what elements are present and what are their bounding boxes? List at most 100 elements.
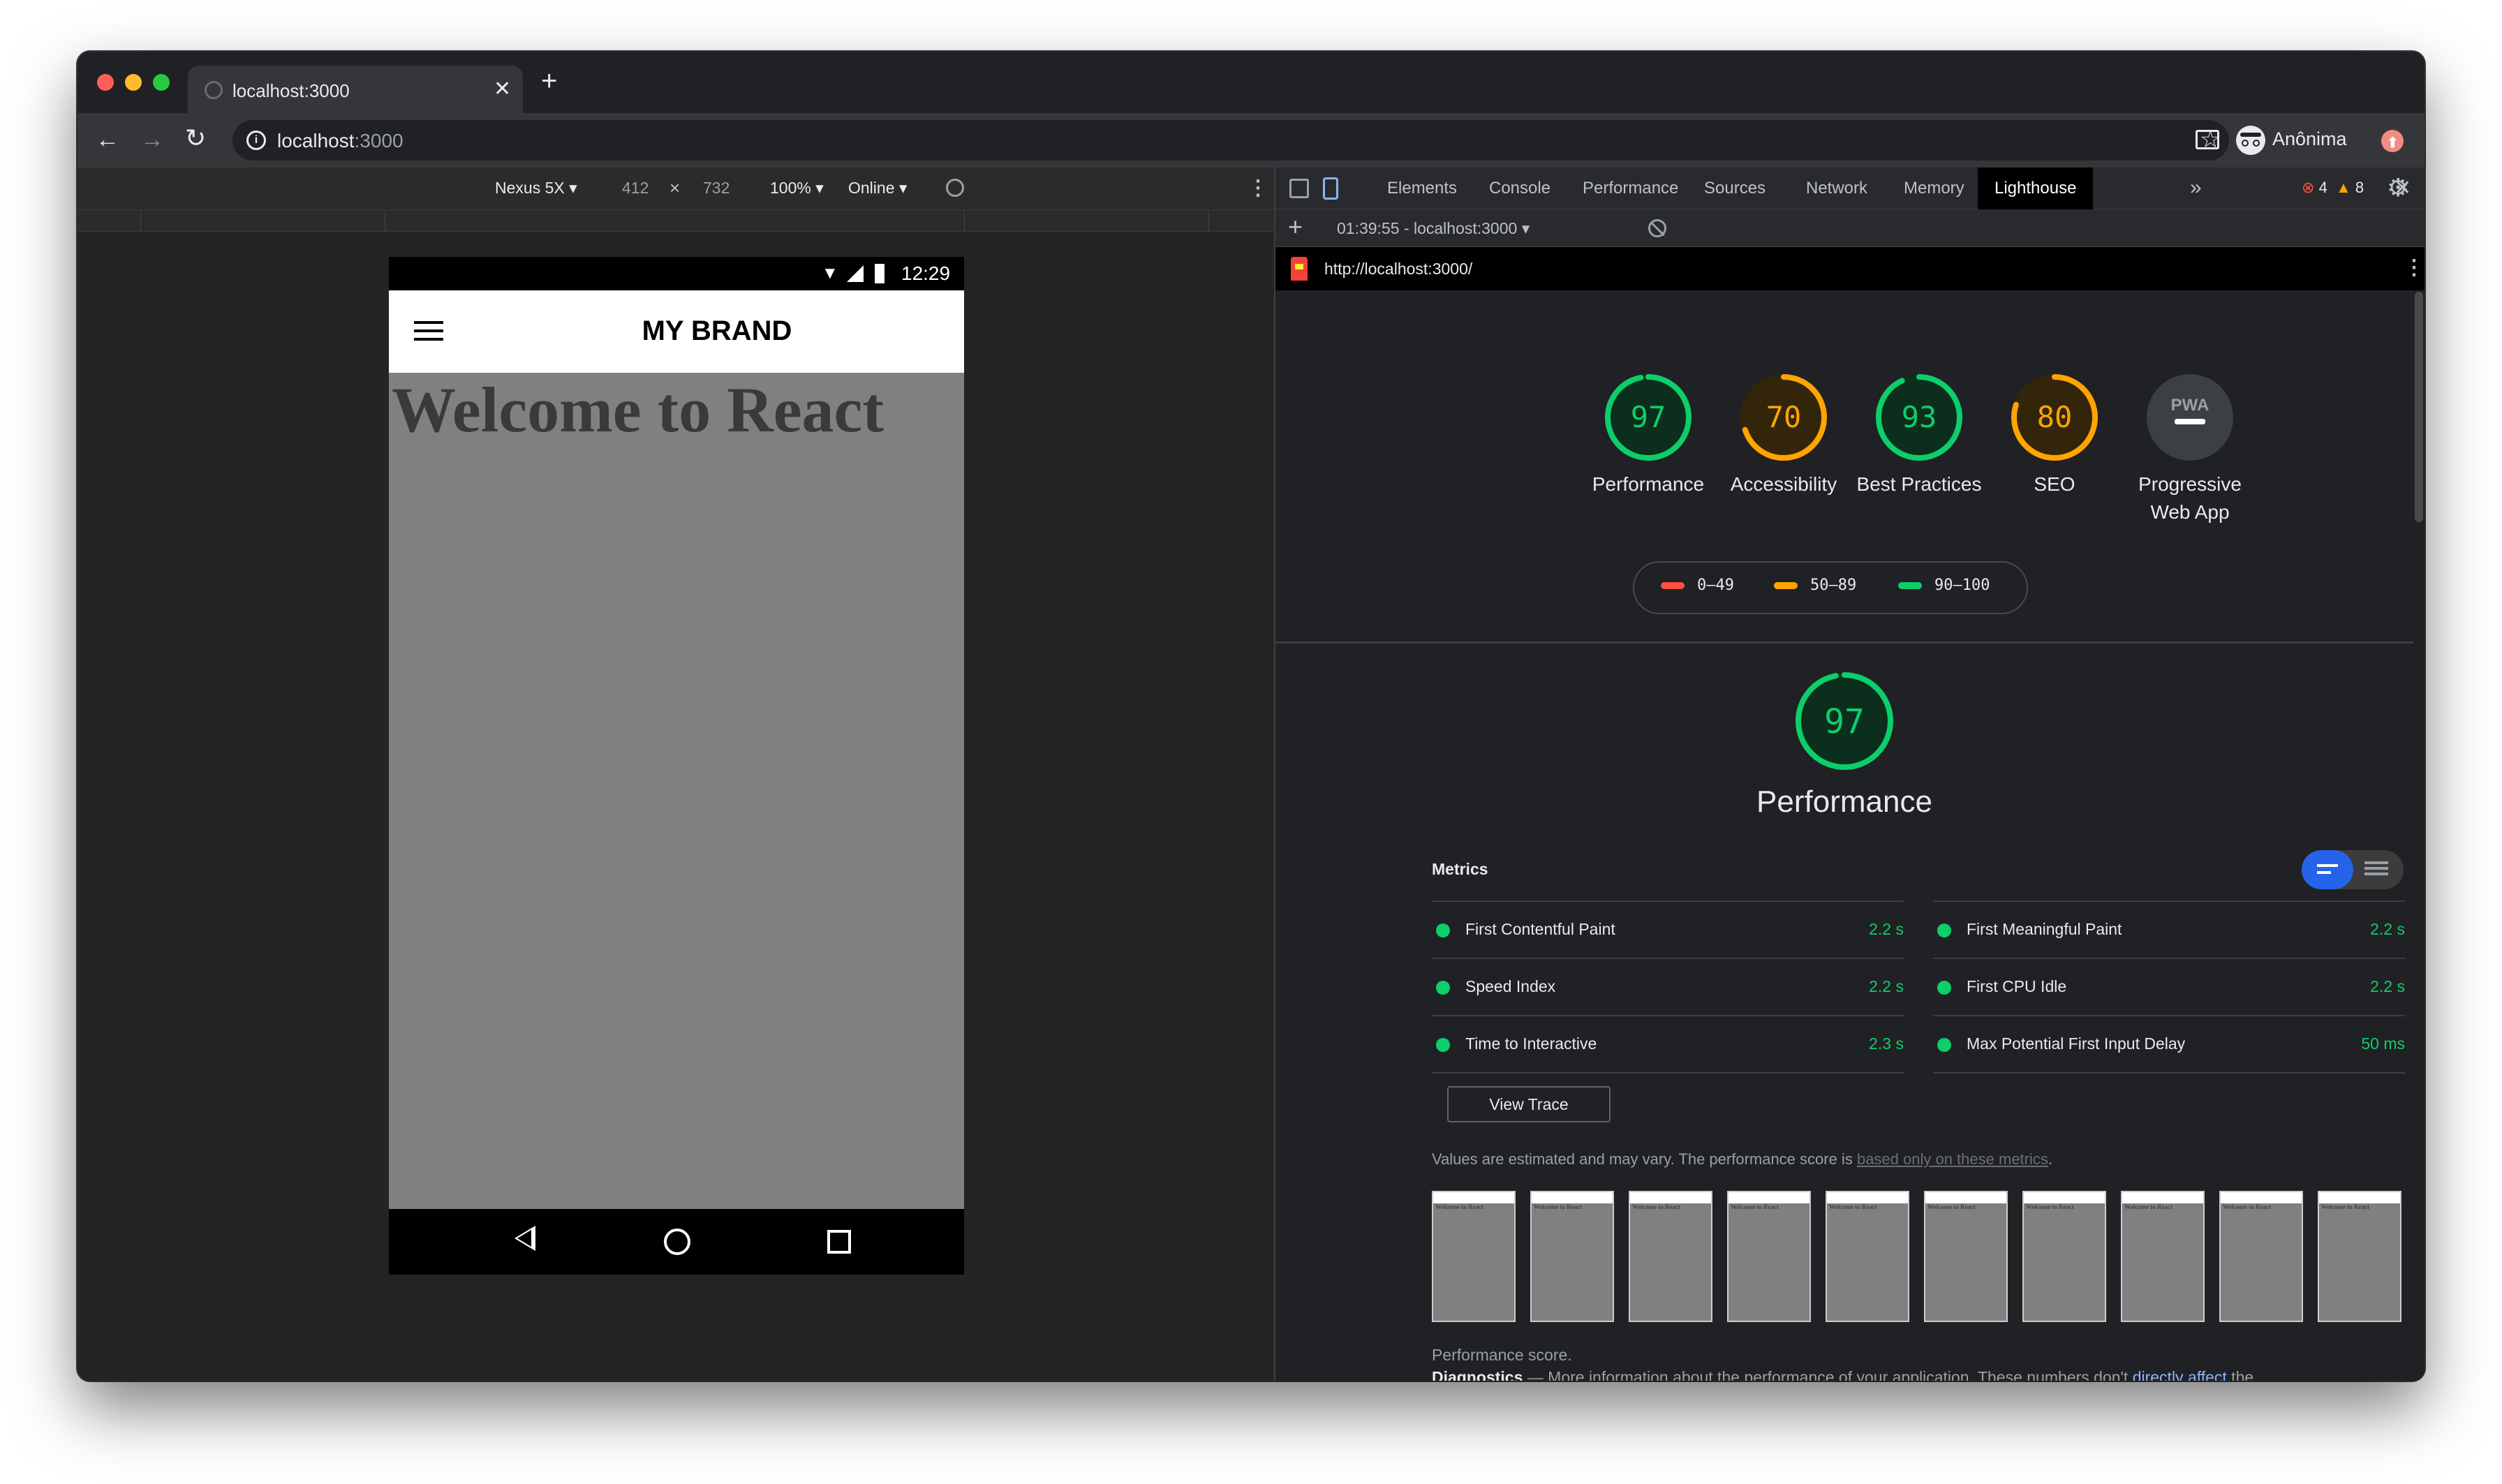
cast-icon[interactable]: [2196, 130, 2219, 149]
estimate-note: Values are estimated and may vary. The p…: [1432, 1150, 2053, 1168]
close-devtools-icon[interactable]: ✕: [2394, 176, 2411, 200]
update-alert-icon[interactable]: ⬆: [2381, 130, 2404, 152]
report-url[interactable]: http://localhost:3000/: [1324, 260, 1472, 279]
devtools-tab-elements[interactable]: Elements: [1387, 168, 1457, 209]
network-throttle-select[interactable]: Online ▾: [848, 179, 907, 198]
legend-swatch: [1898, 581, 1922, 589]
width-input[interactable]: 412: [622, 179, 649, 198]
issues-counter[interactable]: ⊗ 4 ▲ 8: [2302, 179, 2364, 197]
metrics-link[interactable]: based only on these metrics: [1857, 1150, 2048, 1168]
zoom-select[interactable]: 100% ▾: [770, 179, 824, 198]
phone-status-bar: ▼ 12:29: [389, 257, 964, 290]
metric-row: Speed Index 2.2 s: [1432, 958, 1904, 1015]
wifi-icon: ▼: [822, 264, 838, 283]
pass-dot-icon: [1937, 923, 1951, 937]
new-report-icon[interactable]: +: [1288, 212, 1303, 242]
rotate-icon[interactable]: [946, 179, 964, 197]
metric-row: First Contentful Paint 2.2 s: [1432, 900, 1904, 958]
dimension-separator: ×: [669, 177, 681, 198]
url-text: localhost:3000: [277, 130, 404, 151]
more-tabs-icon[interactable]: »: [2190, 176, 2202, 200]
gauge-score: 70: [1766, 400, 1802, 434]
incognito-avatar-icon[interactable]: [2236, 126, 2265, 155]
android-nav-bar: [389, 1209, 964, 1275]
lighthouse-report: 97 Performance 70 Accessibility 93 Best Pra…: [1275, 290, 2425, 1381]
metric-value: 2.2 s: [1869, 920, 1904, 938]
legend-swatch: [1661, 581, 1685, 589]
gauge-best-practices[interactable]: 93 Best Practices: [1856, 371, 1982, 498]
forward-arrow-icon[interactable]: →: [140, 126, 164, 154]
gauge-progressive-web-app[interactable]: PWA Progressive Web App: [2127, 371, 2253, 526]
legend-range: 0–49: [1697, 577, 1734, 594]
scrollbar-thumb[interactable]: [2415, 292, 2423, 522]
tab-strip: localhost:3000 ✕ +: [77, 52, 2425, 113]
lighthouse-toolbar: + 01:39:55 - localhost:3000 ▾: [1275, 209, 2425, 247]
metric-row: First Meaningful Paint 2.2 s: [1933, 900, 2405, 958]
devtools-tab-memory[interactable]: Memory: [1904, 168, 1964, 209]
warning-icon: ▲: [2335, 179, 2351, 196]
app-header: MY BRAND: [389, 290, 964, 373]
devtools-tab-sources[interactable]: Sources: [1704, 168, 1766, 209]
filmstrip-frame: Welcome to React: [1530, 1191, 1614, 1322]
pwa-badge-icon: PWA: [2147, 374, 2233, 461]
diagnostics-line2: Performance score.: [1432, 1346, 1572, 1364]
expanded-view-button[interactable]: [2364, 861, 2388, 864]
info-icon[interactable]: i: [246, 131, 266, 150]
address-bar[interactable]: i localhost:3000 ☆: [232, 120, 2229, 161]
reload-icon[interactable]: ↻: [185, 124, 206, 152]
filmstrip-frame: Welcome to React: [2022, 1191, 2106, 1322]
compact-view-button[interactable]: [2302, 850, 2353, 889]
device-toggle-icon[interactable]: [1323, 177, 1338, 200]
report-menu-icon[interactable]: ⋮: [2404, 255, 2425, 280]
metrics-divider: [1933, 1072, 2405, 1074]
metric-name: Time to Interactive: [1465, 1034, 1597, 1053]
filmstrip-frame: Welcome to React: [1629, 1191, 1712, 1322]
maximize-window-button[interactable]: [153, 74, 170, 91]
devtools-tab-console[interactable]: Console: [1489, 168, 1550, 209]
filmstrip-frame: Welcome to React: [1826, 1191, 1909, 1322]
new-tab-button[interactable]: +: [541, 66, 557, 97]
metric-row: First CPU Idle 2.2 s: [1933, 958, 2405, 1015]
filmstrip-frame: Welcome to React: [2219, 1191, 2303, 1322]
metrics-title: Metrics: [1432, 860, 1488, 878]
device-toolbar: Nexus 5X ▾ 412 × 732 100% ▾ Online ▾ ⋮: [77, 168, 1275, 209]
section-divider: [1275, 641, 2413, 644]
phone-screen: ▼ 12:29 MY BRAND Welcome to React: [389, 257, 964, 1275]
clear-reports-icon[interactable]: [1648, 219, 1666, 237]
devtools-tab-lighthouse[interactable]: Lighthouse: [1978, 168, 2094, 209]
gauge-accessibility[interactable]: 70 Accessibility: [1721, 371, 1846, 498]
close-tab-icon[interactable]: ✕: [494, 77, 511, 101]
close-window-button[interactable]: [97, 74, 114, 91]
metric-value: 2.2 s: [1869, 977, 1904, 995]
report-selector[interactable]: 01:39:55 - localhost:3000 ▾: [1337, 219, 1530, 238]
device-select[interactable]: Nexus 5X ▾: [495, 179, 577, 198]
nav-home-icon[interactable]: [664, 1229, 690, 1255]
filmstrip-frame: Welcome to React: [1727, 1191, 1811, 1322]
gauge-seo[interactable]: 80 SEO: [1992, 371, 2117, 498]
legend-swatch: [1774, 581, 1798, 589]
scrollbar-track[interactable]: [2413, 290, 2425, 1381]
minimize-window-button[interactable]: [125, 74, 142, 91]
browser-tab[interactable]: localhost:3000 ✕: [188, 66, 523, 113]
filmstrip-frame: Welcome to React: [2318, 1191, 2401, 1322]
lighthouse-logo-icon: [1291, 257, 1308, 281]
view-trace-button[interactable]: View Trace: [1447, 1086, 1611, 1122]
inspect-element-icon[interactable]: [1289, 179, 1309, 198]
profile-name[interactable]: Anônima: [2272, 128, 2347, 150]
metric-name: Speed Index: [1465, 977, 1556, 995]
height-input[interactable]: 732: [703, 179, 730, 198]
metric-value: 50 ms: [2361, 1034, 2405, 1053]
gauge-score: 97: [1631, 400, 1666, 434]
directly-affect-link[interactable]: directly affect: [2133, 1368, 2227, 1381]
devtools-tab-network[interactable]: Network: [1806, 168, 1867, 209]
nav-recents-icon[interactable]: [827, 1230, 851, 1254]
metric-name: First Meaningful Paint: [1967, 920, 2122, 938]
metrics-divider: [1432, 1072, 1904, 1074]
back-arrow-icon[interactable]: ←: [96, 126, 119, 154]
browser-toolbar: ← → ↻ i localhost:3000 ☆ Anônima ⬆: [77, 113, 2425, 168]
metrics-view-toggle[interactable]: [2302, 850, 2404, 889]
media-query-ruler: [77, 209, 1275, 232]
gauge-performance[interactable]: 97 Performance: [1585, 371, 1711, 498]
devtools-tab-performance[interactable]: Performance: [1583, 168, 1678, 209]
device-more-icon[interactable]: ⋮: [1248, 176, 1268, 200]
